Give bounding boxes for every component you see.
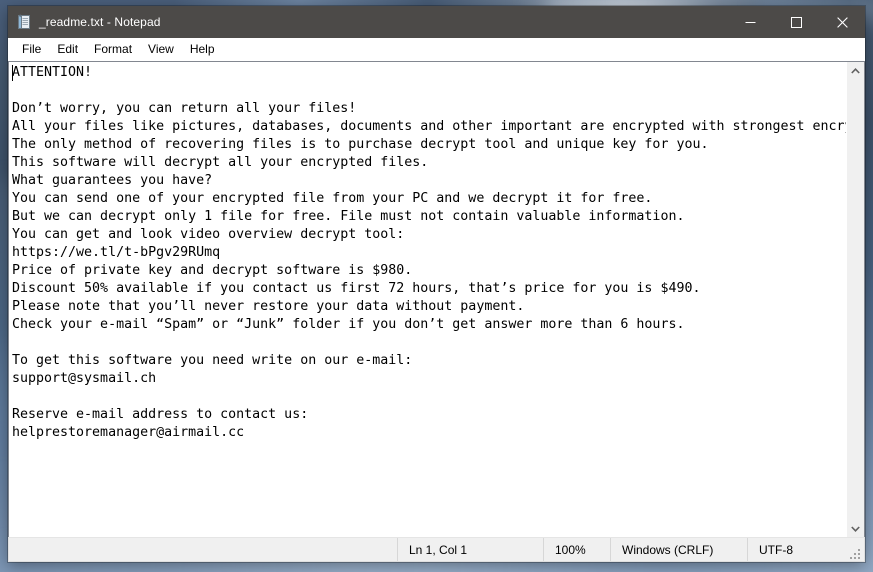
text-editor-area[interactable]: ATTENTION! Don’t worry, you can return a… [9,62,846,537]
scrollbar-track[interactable] [847,79,864,520]
minimize-icon [745,21,755,23]
text-caret [12,65,13,81]
chevron-down-icon [851,525,860,532]
menu-item-edit[interactable]: Edit [49,40,86,59]
menu-item-help[interactable]: Help [182,40,223,59]
window-controls [727,6,865,38]
menu-bar: File Edit Format View Help [8,38,865,61]
resize-grip-icon[interactable] [850,547,862,559]
menu-item-format[interactable]: Format [86,40,140,59]
status-line-column: Ln 1, Col 1 [397,538,543,561]
minimize-button[interactable] [727,6,773,38]
notepad-icon [16,14,32,30]
status-zoom-level[interactable]: 100% [543,538,610,561]
window-title: _readme.txt - Notepad [39,15,161,29]
scroll-up-button[interactable] [847,62,864,79]
maximize-button[interactable] [773,6,819,38]
close-icon [836,16,848,28]
editor-text: ATTENTION! Don’t worry, you can return a… [12,65,846,440]
scroll-down-button[interactable] [847,520,864,537]
maximize-icon [790,16,802,28]
vertical-scrollbar[interactable] [846,62,864,537]
title-bar[interactable]: _readme.txt - Notepad [8,6,865,38]
notepad-window: _readme.txt - Notepad File Edit Format V… [8,6,865,562]
status-encoding: UTF-8 [747,538,864,561]
menu-item-file[interactable]: File [14,40,49,59]
status-line-ending: Windows (CRLF) [610,538,747,561]
status-bar: Ln 1, Col 1 100% Windows (CRLF) UTF-8 [8,537,865,562]
close-button[interactable] [819,6,865,38]
editor-region: ATTENTION! Don’t worry, you can return a… [8,61,865,537]
menu-item-view[interactable]: View [140,40,182,59]
status-bar-spacer [9,538,397,561]
chevron-up-icon [851,67,860,74]
